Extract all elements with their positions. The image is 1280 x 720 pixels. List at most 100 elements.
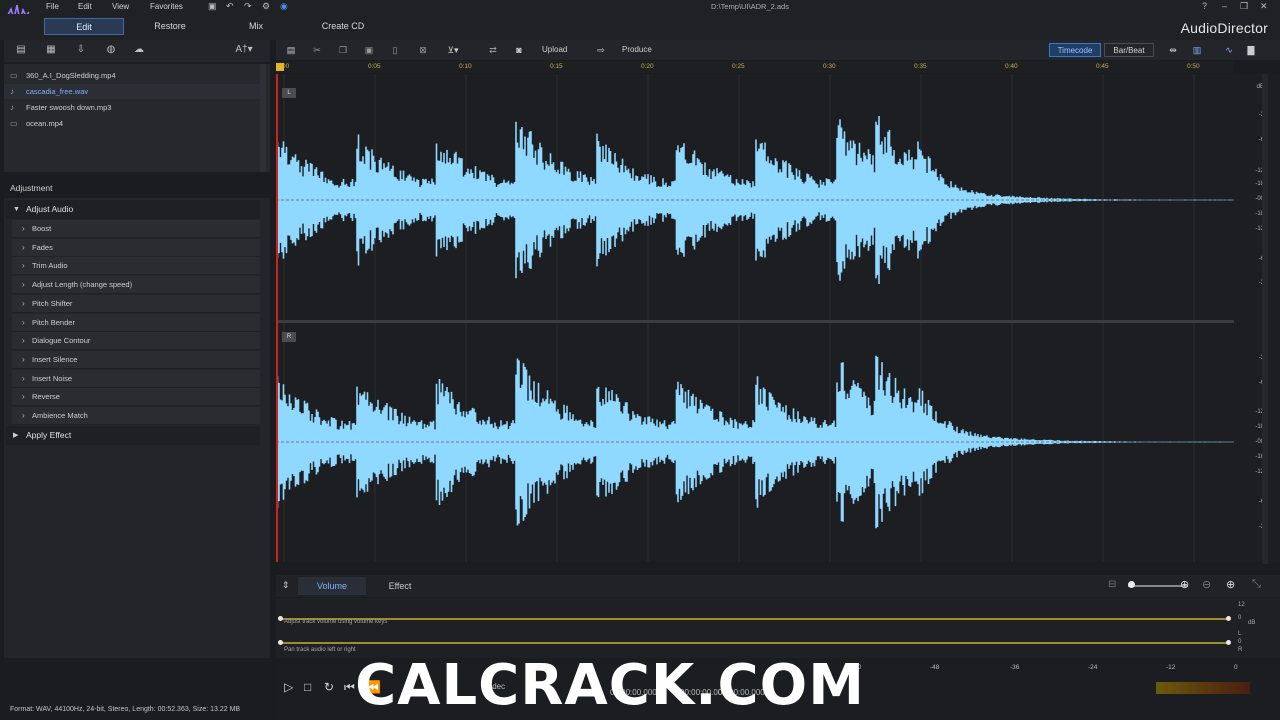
timeline-ruler[interactable]: 00 0:05 0:10 0:15 0:20 0:25 0:30 0:35 0:…: [276, 61, 1234, 73]
close-icon[interactable]: ✕: [1260, 1, 1268, 12]
adjustment-item[interactable]: › Insert Noise: [12, 369, 260, 388]
fit-window-icon[interactable]: ⤡: [1252, 578, 1261, 591]
zoom-in-icon[interactable]: ⊕: [1180, 578, 1189, 591]
barbeat-toggle[interactable]: Bar/Beat: [1104, 43, 1154, 57]
cut-icon[interactable]: ✂: [310, 44, 324, 56]
record-icon[interactable]: ◙: [512, 44, 526, 56]
adjustment-item[interactable]: › Insert Silence: [12, 350, 260, 369]
collapse-icon[interactable]: ⇕: [282, 580, 290, 591]
spectrum-view-icon[interactable]: ▇: [1244, 44, 1258, 56]
chevron-right-icon: ›: [22, 411, 25, 420]
tab-create-cd[interactable]: Create CD: [312, 18, 374, 35]
adjustment-item[interactable]: › Pitch Bender: [12, 313, 260, 332]
zoom-fit-icon[interactable]: ⊟: [1108, 579, 1116, 590]
chevron-right-icon: ›: [22, 354, 25, 364]
channel-left-label: L: [282, 88, 296, 98]
chevron-right-icon: ›: [22, 317, 25, 327]
chevron-right-icon: ›: [22, 373, 25, 383]
crop-icon[interactable]: ⊠: [416, 44, 430, 56]
minimize-icon[interactable]: –: [1222, 1, 1227, 11]
adjustment-item[interactable]: › Reverse: [12, 388, 260, 407]
delete-icon[interactable]: ▯: [388, 44, 402, 56]
restore-icon[interactable]: ❐: [1240, 1, 1248, 12]
download-icon[interactable]: ⇩: [74, 44, 88, 56]
tab-volume[interactable]: Volume: [298, 577, 366, 595]
produce-button[interactable]: Produce: [622, 43, 652, 57]
adjustment-item[interactable]: › Ambience Match: [12, 407, 260, 425]
adjustment-item-label: Insert Silence: [32, 354, 78, 364]
waveform-canvas[interactable]: [276, 74, 1234, 562]
library-scrollbar[interactable]: [260, 64, 266, 172]
chevron-right-icon: ›: [22, 242, 25, 252]
adjustment-item[interactable]: › Trim Audio: [12, 257, 260, 276]
chevron-right-icon: ›: [22, 392, 25, 402]
edit-file-icon[interactable]: ▤: [284, 44, 298, 56]
playhead-marker-icon[interactable]: [276, 63, 284, 71]
marker-icon[interactable]: ⊻▾: [446, 44, 460, 56]
adjustment-item-label: Adjust Length (change speed): [32, 280, 133, 290]
apply-effect-group[interactable]: ▶ Apply Effect: [6, 426, 260, 445]
adjustment-item[interactable]: › Boost: [12, 220, 260, 238]
globe-icon[interactable]: ◍: [104, 44, 118, 56]
zoom-selection-icon[interactable]: ⊖: [1202, 578, 1211, 591]
zoom-slider-thumb[interactable]: [1128, 581, 1135, 588]
music-note-icon: ♪: [10, 103, 14, 112]
grid-view-icon[interactable]: ▥: [1190, 44, 1204, 56]
snap-icon[interactable]: ⇹: [1166, 44, 1180, 56]
library-toolbar: ▤ ▦ ⇩ ◍ ☁ A†▾: [4, 40, 270, 62]
pan-keyframe-point[interactable]: [278, 640, 283, 645]
volume-keyframe-line[interactable]: [282, 618, 1230, 620]
adjustment-item[interactable]: › Adjust Length (change speed): [12, 276, 260, 295]
media-item-selected[interactable]: ♪ cascadia_free.wav: [4, 84, 260, 99]
adjustment-item[interactable]: › Fades: [12, 238, 260, 257]
font-size-button[interactable]: A†▾: [232, 44, 256, 56]
waveform-view-icon[interactable]: ∿: [1222, 44, 1236, 56]
chevron-right-icon: ›: [22, 224, 25, 233]
upload-button[interactable]: Upload: [542, 43, 567, 57]
tab-effect[interactable]: Effect: [368, 577, 432, 595]
editor-toolbar: ▤ ✂ ❐ ▣ ▯ ⊠ ⊻▾ ⇄ ◙ Upload ⇨ Produce Time…: [276, 40, 1280, 60]
adjust-audio-group[interactable]: ▼ Adjust Audio: [6, 200, 260, 219]
adjustment-item-label: Boost: [32, 224, 52, 233]
adjustment-item[interactable]: › Pitch Shifter: [12, 294, 260, 313]
pan-keyframe-point[interactable]: [1226, 640, 1231, 645]
cloud-icon[interactable]: ☁: [132, 44, 146, 56]
volume-keyframe-point[interactable]: [278, 616, 283, 621]
produce-icon[interactable]: ⇨: [594, 44, 608, 56]
media-item[interactable]: ▭ 360_A.I_DogSledding.mp4: [4, 68, 260, 83]
channel-right-label: R: [282, 332, 296, 342]
ruler-tick: 0:30: [823, 63, 836, 70]
adjustment-item-label: Dialogue Contour: [32, 336, 91, 346]
tab-edit[interactable]: Edit: [44, 18, 124, 35]
media-item-name: 360_A.I_DogSledding.mp4: [26, 71, 116, 80]
ruler-tick: 0:50: [1187, 63, 1200, 70]
volume-keyframe-point[interactable]: [1226, 616, 1231, 621]
copy-icon[interactable]: ❐: [336, 44, 350, 56]
playhead-line[interactable]: [276, 74, 278, 562]
vertical-scrollbar[interactable]: [1262, 74, 1268, 564]
tab-mix[interactable]: Mix: [236, 18, 276, 35]
ruler-tick: 0:45: [1096, 63, 1109, 70]
media-item[interactable]: ▭ ocean.mp4: [4, 116, 260, 131]
paste-icon[interactable]: ▣: [362, 44, 376, 56]
waveform-editor[interactable]: L R: [276, 74, 1234, 562]
adjustment-item-label: Fades: [32, 242, 53, 252]
adjustment-item[interactable]: › Dialogue Contour: [12, 332, 260, 351]
zoom-out-icon[interactable]: ⊕: [1226, 578, 1235, 591]
keyframe-area[interactable]: Adjust track volume using volume keys Pa…: [276, 598, 1280, 658]
title-bar: File Edit View Favorites ▣ ↶ ↷ ⚙ ◉ D:\Te…: [0, 0, 1280, 22]
keyframe-tabs: ⇕ Volume Effect ⊟ ⊕ ⊖ ⊕ ⤡: [276, 575, 1280, 597]
pan-keyframe-line[interactable]: [282, 642, 1230, 644]
ruler-tick: 0:25: [732, 63, 745, 70]
import-media-icon[interactable]: ▦: [44, 44, 58, 56]
pan-scale-right: R: [1238, 647, 1243, 653]
timecode-toggle[interactable]: Timecode: [1049, 43, 1101, 57]
help-icon[interactable]: ?: [1202, 1, 1207, 11]
import-folder-icon[interactable]: ▤: [14, 44, 28, 56]
media-item[interactable]: ♪ Faster swoosh down.mp3: [4, 100, 260, 115]
loop-icon[interactable]: ⇄: [486, 44, 500, 56]
zoom-slider[interactable]: [1128, 585, 1188, 587]
adjustment-item-label: Pitch Bender: [32, 317, 75, 327]
video-icon: ▭: [10, 119, 18, 128]
tab-restore[interactable]: Restore: [140, 18, 200, 35]
